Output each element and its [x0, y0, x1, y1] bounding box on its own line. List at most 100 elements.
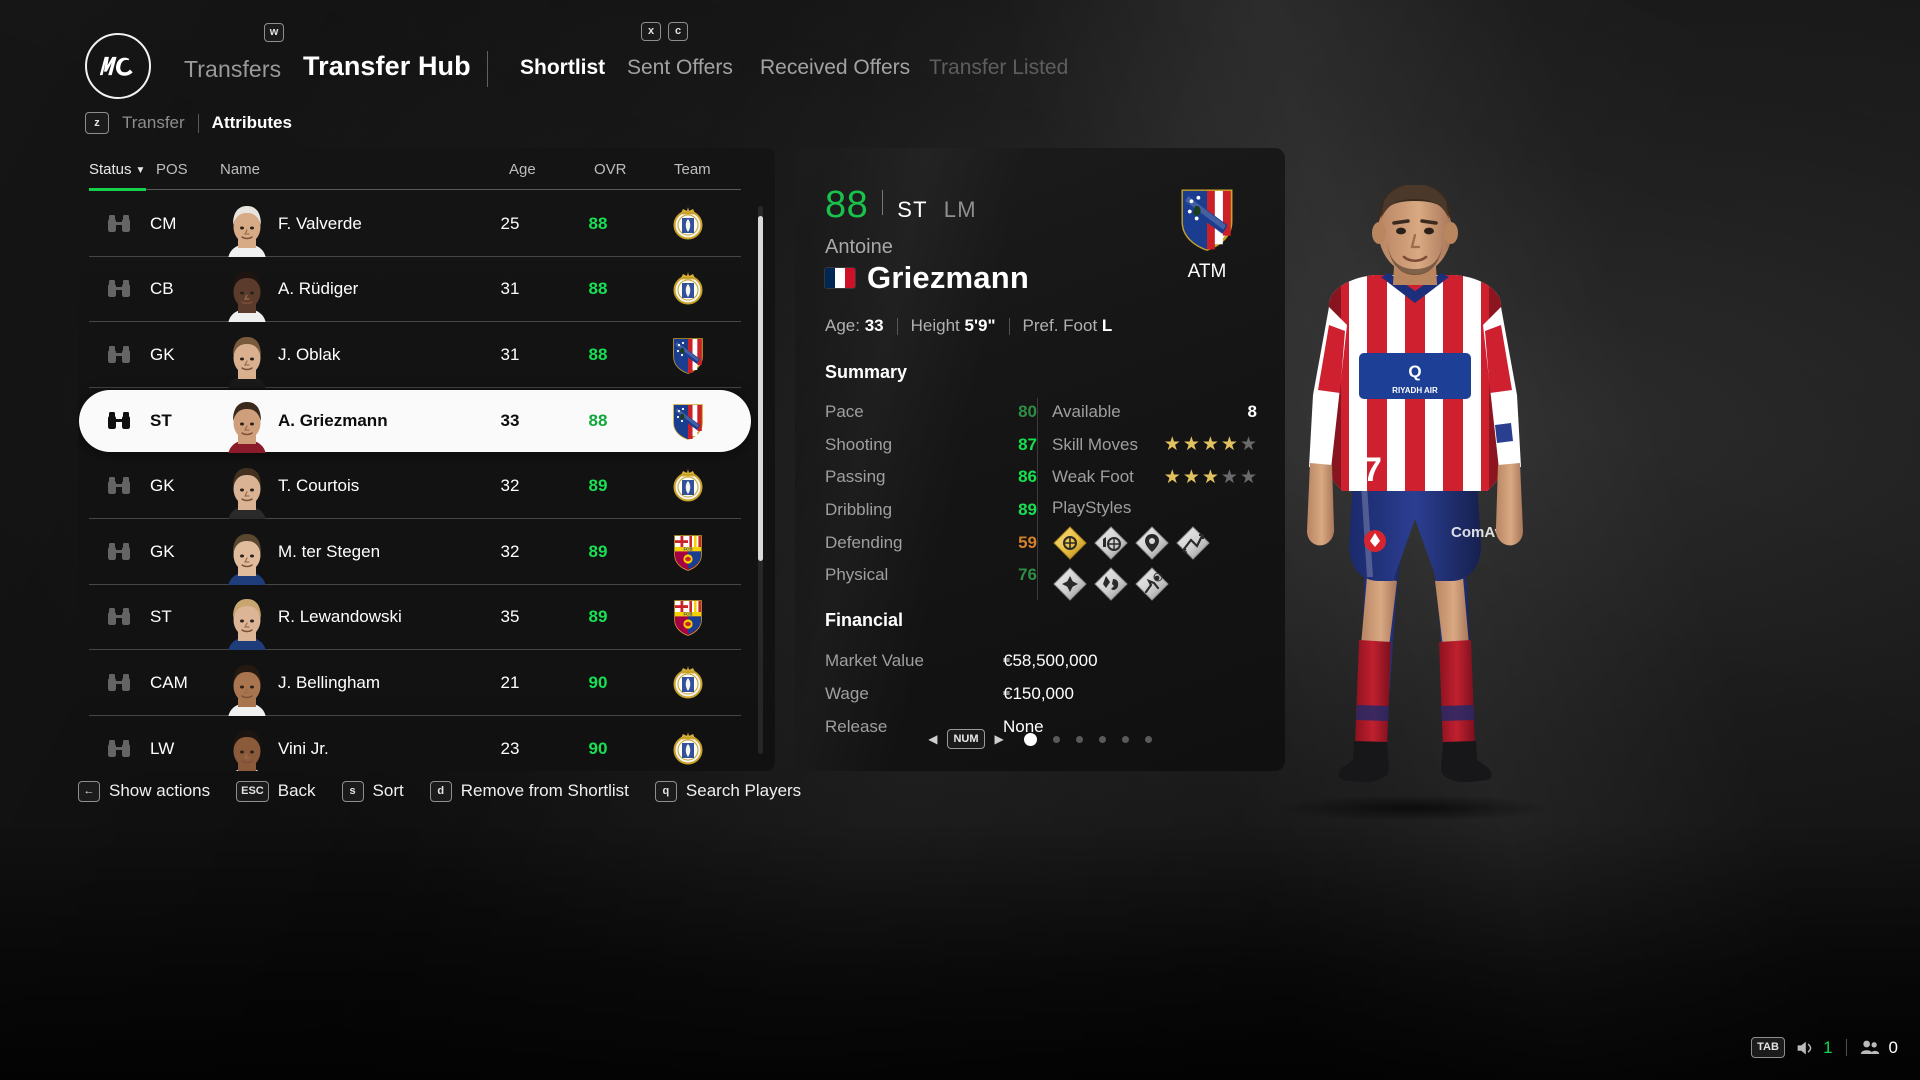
- pager-dot[interactable]: [1052, 735, 1060, 743]
- player-face-avatar: [218, 716, 276, 771]
- pager-dot[interactable]: [1075, 735, 1083, 743]
- pager-dot[interactable]: [1121, 735, 1129, 743]
- player-rating-row: 88 ST LM: [825, 186, 977, 224]
- scout-binoculars-icon[interactable]: [102, 257, 136, 323]
- tab-received-offers[interactable]: Received Offers: [760, 56, 910, 80]
- stat-row: Passing 86: [825, 461, 1037, 494]
- row-overall-rating: 89: [588, 607, 608, 627]
- stat-value: 76: [1018, 565, 1037, 585]
- action-hint[interactable]: q Search Players: [654, 780, 801, 802]
- tab-shortlist[interactable]: Shortlist: [520, 56, 605, 80]
- table-row[interactable]: GK T. Courtois 32 89: [78, 453, 775, 519]
- keycap-z: z: [85, 112, 109, 134]
- scout-binoculars-icon[interactable]: [102, 322, 136, 388]
- player-overall-rating: 88: [825, 184, 869, 226]
- playstyles-grid: [1052, 525, 1242, 602]
- foot-label: Pref. Foot: [1022, 316, 1098, 335]
- stat-row: Physical 76: [825, 559, 1037, 592]
- keycap-c: c: [668, 22, 688, 41]
- tab-sent-offers[interactable]: Sent Offers: [627, 56, 733, 80]
- row-position: CAM: [150, 672, 188, 692]
- column-header-status[interactable]: Status ▼: [89, 161, 145, 178]
- tab-transfer-listed[interactable]: Transfer Listed: [929, 56, 1068, 80]
- action-keycap: s: [341, 780, 364, 802]
- row-player-name: J. Oblak: [278, 344, 341, 364]
- table-row[interactable]: CM F. Valverde 25 88: [78, 191, 775, 257]
- row-team-crest: [656, 650, 720, 716]
- scout-binoculars-icon[interactable]: [102, 388, 136, 454]
- table-row[interactable]: GK M. ter Stegen 32 89 FCB: [78, 519, 775, 585]
- weak-foot-stars: ★ ★ ★ ★ ★: [1163, 466, 1257, 488]
- row-team-crest: [656, 322, 720, 388]
- table-scrollbar-thumb[interactable]: [758, 216, 763, 561]
- stat-label: Physical: [825, 565, 889, 585]
- scout-binoculars-icon[interactable]: [102, 650, 136, 716]
- table-row[interactable]: CB A. Rüdiger 31 88: [78, 257, 775, 323]
- row-position: LW: [150, 738, 175, 758]
- action-hint[interactable]: ← Show actions: [78, 780, 210, 802]
- column-header-team[interactable]: Team: [674, 161, 711, 178]
- nav-item-transfers[interactable]: Transfers: [184, 56, 281, 83]
- column-header-pos[interactable]: POS: [156, 161, 188, 178]
- table-row[interactable]: ST A. Griezmann 33 88: [78, 388, 775, 454]
- row-player-name: F. Valverde: [278, 213, 362, 233]
- stat-value: 86: [1018, 467, 1037, 487]
- row-age: 35: [500, 607, 520, 627]
- scout-binoculars-icon[interactable]: [102, 191, 136, 257]
- stat-label: Defending: [825, 532, 903, 552]
- table-row[interactable]: CAM J. Bellingham 21 90: [78, 650, 775, 716]
- stat-label: Shooting: [825, 434, 893, 454]
- pager-dot[interactable]: [1023, 732, 1037, 746]
- column-header-ovr[interactable]: OVR: [594, 161, 627, 178]
- stat-value: 87: [1018, 434, 1037, 454]
- pager-dot[interactable]: [1098, 735, 1106, 743]
- action-keycap: ESC: [236, 780, 269, 802]
- background-floor-gradient: [0, 820, 1920, 1080]
- row-age: 32: [500, 541, 520, 561]
- status-bar: TAB 1 0: [1751, 1037, 1898, 1058]
- action-hint[interactable]: s Sort: [341, 780, 404, 802]
- player-render-image: ComAve Q RIYADH AIR 7: [1255, 183, 1575, 825]
- hint-key-w: w: [264, 22, 284, 42]
- bio-divider: [1008, 317, 1010, 335]
- action-hint-bar: ← Show actions ESC Back s Sort d Remove from Sh…: [78, 778, 827, 804]
- subtab-transfer[interactable]: Transfer: [122, 113, 185, 133]
- row-age: 21: [500, 672, 520, 692]
- table-body: CM F. Valverde 25 88 CB A. Rüdiger 31 88: [78, 191, 775, 771]
- row-overall-rating: 88: [588, 410, 608, 430]
- table-row[interactable]: LW Vini Jr. 23 90: [78, 716, 775, 771]
- height-value: 5'9": [964, 316, 996, 335]
- pager-dot[interactable]: [1144, 735, 1152, 743]
- subtab-attributes[interactable]: Attributes: [212, 113, 292, 133]
- row-player-name: Vini Jr.: [278, 738, 329, 758]
- table-row[interactable]: ST R. Lewandowski 35 89 FCB: [78, 585, 775, 651]
- age-value: 33: [864, 316, 884, 335]
- action-keycap: q: [654, 780, 677, 802]
- column-header-age[interactable]: Age: [509, 161, 536, 178]
- keycap-x: x: [641, 22, 661, 41]
- player-face-avatar: [218, 388, 276, 454]
- row-player-name: A. Griezmann: [278, 410, 388, 430]
- pager-prev-icon[interactable]: ◀: [928, 732, 937, 746]
- skill-moves-row: Skill Moves ★ ★ ★ ★ ★: [1052, 429, 1257, 462]
- column-header-name[interactable]: Name: [220, 161, 260, 178]
- row-age: 31: [500, 344, 520, 364]
- scout-binoculars-icon[interactable]: [102, 519, 136, 585]
- row-position: ST: [150, 607, 172, 627]
- action-hint[interactable]: ESC Back: [236, 780, 316, 802]
- financial-row: Wage €150,000: [825, 677, 1245, 710]
- svg-text:FCB: FCB: [683, 612, 692, 617]
- scout-binoculars-icon[interactable]: [102, 716, 136, 771]
- row-player-name: M. ter Stegen: [278, 541, 381, 561]
- page-title: Transfer Hub: [303, 51, 471, 81]
- action-hint[interactable]: d Remove from Shortlist: [429, 780, 629, 802]
- scout-binoculars-icon[interactable]: [102, 453, 136, 519]
- player-face-avatar: [218, 519, 276, 585]
- speaker-icon: [1794, 1039, 1814, 1057]
- table-row[interactable]: GK J. Oblak 31 88: [78, 322, 775, 388]
- pager-next-icon[interactable]: ▶: [995, 732, 1004, 746]
- table-scrollbar[interactable]: [758, 206, 763, 754]
- scout-binoculars-icon[interactable]: [102, 585, 136, 651]
- table-header-rule: [89, 189, 741, 190]
- row-age: 33: [500, 410, 520, 430]
